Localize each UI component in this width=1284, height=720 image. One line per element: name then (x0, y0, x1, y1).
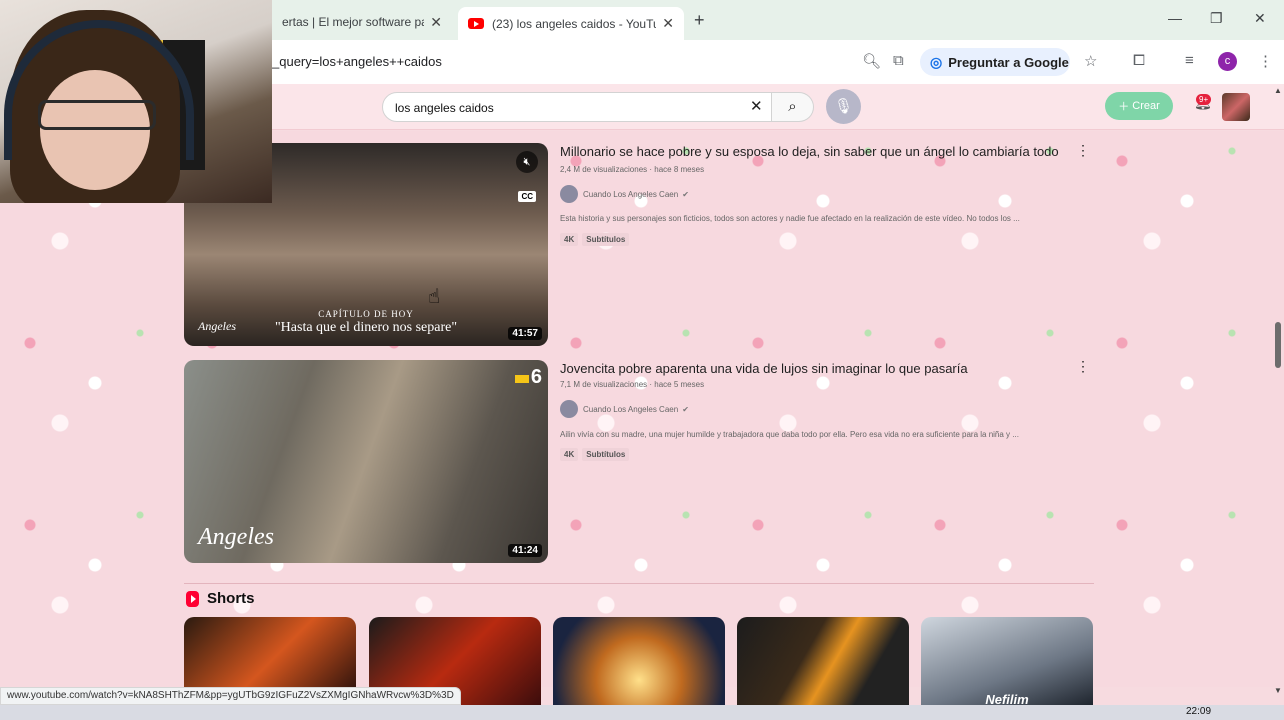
ask-google-button[interactable]: ◎ Preguntar a Google (920, 48, 1070, 76)
tab-title: (23) los angeles caidos - YouTub (492, 16, 657, 31)
thumbnail-caption-small: CAPÍTULO DE HOY (318, 309, 414, 319)
browser-profile-avatar[interactable]: c (1218, 52, 1237, 71)
shorts-logo-icon (186, 590, 199, 607)
verified-check-icon: ✔ (682, 189, 689, 199)
video-title[interactable]: Jovencita pobre aparenta una vida de luj… (560, 361, 968, 376)
short-thumbnail[interactable] (737, 617, 909, 707)
browser-menu-icon[interactable]: ⋮ (1258, 52, 1273, 70)
webcam-overlay (0, 0, 272, 203)
mute-icon[interactable]: 🔇︎ (516, 151, 538, 173)
video-more-icon[interactable]: ⋮ (1076, 142, 1090, 159)
video-description: Ailin vivía con su madre, una mujer humi… (560, 430, 1019, 439)
minimize-icon[interactable]: — (1168, 10, 1182, 26)
thumbnail-brand: Angeles (198, 524, 274, 550)
ask-google-label: Preguntar a Google (948, 54, 1069, 70)
channel-avatar[interactable] (560, 185, 578, 203)
zoom-icon[interactable]: 🔍︎ (862, 52, 881, 70)
new-tab-icon[interactable]: + (694, 10, 705, 31)
youtube-favicon-icon (468, 18, 484, 29)
video-channel[interactable]: Cuando Los Angeles Caen ✔ (560, 400, 689, 418)
channel-name[interactable]: Cuando Los Angeles Caen (583, 190, 678, 199)
bookmark-star-icon[interactable]: ☆ (1084, 52, 1097, 70)
badge-4k: 4K (560, 448, 579, 461)
close-tab-icon[interactable]: ✕ (662, 15, 674, 32)
create-button[interactable]: ＋ Crear (1105, 92, 1173, 120)
tab-title: ertas | El mejor software para (282, 15, 425, 29)
url-field[interactable]: _query=los+angeles++caidos (272, 54, 442, 69)
close-tab-icon[interactable]: ✕ (430, 14, 442, 31)
verified-check-icon: ✔ (682, 404, 689, 414)
close-window-icon[interactable]: ✕ (1254, 10, 1266, 27)
thumbnail-caption: "Hasta que el dinero nos separe" (274, 320, 458, 335)
captions-icon[interactable]: CC (518, 191, 536, 202)
video-duration: 41:24 (508, 544, 542, 557)
tab-youtube[interactable]: (23) los angeles caidos - YouTub ✕ (458, 7, 684, 40)
scroll-up-icon[interactable]: ▲ (1274, 86, 1282, 95)
video-badges: 4K Subtítulos (560, 233, 630, 246)
section-divider (184, 583, 1094, 584)
youtube-account-avatar[interactable] (1222, 93, 1250, 121)
page-scrollbar[interactable]: ▲ ▼ (1272, 86, 1284, 695)
shorts-header: Shorts (186, 590, 255, 607)
os-taskbar: 22:09 (0, 705, 1284, 720)
tab-inactive[interactable]: ertas | El mejor software para ✕ (272, 7, 452, 37)
google-lens-icon: ◎ (930, 53, 943, 70)
microphone-icon: 🎙︎ (833, 98, 854, 115)
install-app-icon[interactable]: ⧉ (893, 52, 904, 69)
search-icon: ⌕ (788, 98, 797, 115)
hand-cursor-icon: ☝︎ (428, 286, 441, 308)
clear-search-icon[interactable]: ✕ (750, 97, 763, 115)
badge-subtitles: Subtítulos (582, 448, 630, 461)
video-thumbnail[interactable]: 6 Angeles 41:24 (184, 360, 548, 563)
video-meta: 2,4 M de visualizaciones · hace 8 meses (560, 165, 705, 174)
video-title[interactable]: Millonario se hace pobre y su esposa lo … (560, 144, 1059, 159)
search-button[interactable]: ⌕ (772, 92, 814, 122)
thumbnail-brand: Angeles (198, 319, 236, 333)
short-thumbnail[interactable] (553, 617, 725, 707)
video-badges: 4K Subtítulos (560, 448, 630, 461)
notification-count-badge: 9+ (1196, 94, 1212, 105)
extensions-icon[interactable]: ⧠ (1133, 52, 1145, 69)
channel-six-logo: 6 (514, 366, 542, 389)
media-control-icon[interactable]: ≡ (1185, 52, 1194, 69)
badge-4k: 4K (560, 233, 579, 246)
channel-avatar[interactable] (560, 400, 578, 418)
taskbar-clock: 22:09 (1186, 706, 1212, 717)
shorts-title: Shorts (207, 590, 255, 607)
status-url: www.youtube.com/watch?v=kNA8SHThZFM&pp=y… (0, 687, 461, 705)
video-description: Esta historia y sus personajes son ficti… (560, 214, 1020, 223)
badge-subtitles: Subtítulos (582, 233, 630, 246)
plus-icon: ＋ (1118, 101, 1133, 113)
video-more-icon[interactable]: ⋮ (1076, 358, 1090, 375)
channel-name[interactable]: Cuando Los Angeles Caen (583, 405, 678, 414)
search-input[interactable]: los angeles caidos (382, 92, 772, 122)
scrollbar-thumb[interactable] (1275, 322, 1281, 368)
video-duration: 41:57 (508, 327, 542, 340)
restore-icon[interactable]: ❐ (1210, 10, 1223, 27)
voice-search-button[interactable]: 🎙︎ (826, 89, 861, 124)
video-meta: 7,1 M de visualizaciones · hace 5 meses (560, 380, 705, 389)
short-thumbnail[interactable]: Nefilim (921, 617, 1093, 707)
create-label: Crear (1132, 100, 1160, 112)
video-channel[interactable]: Cuando Los Angeles Caen ✔ (560, 185, 689, 203)
scroll-down-icon[interactable]: ▼ (1274, 686, 1282, 695)
